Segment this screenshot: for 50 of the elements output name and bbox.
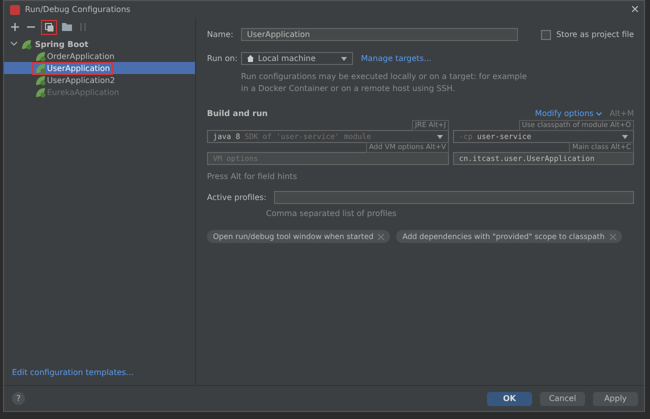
tree-item[interactable]: OrderApplication [4,50,195,62]
spring-leaf-icon [35,86,46,98]
item-label: UserApplication2 [32,74,118,86]
close-icon [378,234,384,240]
active-profiles-field[interactable] [274,191,634,204]
spring-leaf-icon [21,38,32,50]
chevron-down-icon [596,112,602,116]
window-title: Run/Debug Configurations [25,5,132,14]
toolbar-button[interactable] [61,21,73,33]
checkbox-label: Store as project file [556,30,634,39]
run-on-description: Run configurations may be executed locally or on a target: for example in a Docker Container or on a remote host using SSH. [241,71,528,95]
dialog-button[interactable]: Cancel [540,392,585,406]
manage-targets-link[interactable]: Manage targets... [361,54,432,63]
house-icon [247,55,254,62]
dropdown-arrow-icon [341,56,347,60]
spring-leaf-icon [35,62,46,74]
item-label: UserApplication [32,62,113,74]
help-button[interactable]: ? [12,392,25,405]
name-label: Name: [207,30,233,39]
dialog-button[interactable]: OK [487,392,532,406]
app-icon [10,4,20,14]
tree-group-label: Spring Boot [35,40,88,48]
spring-leaf-icon [35,50,46,62]
run-on-dropdown[interactable]: Local machine [241,52,353,65]
add-icon [11,23,19,31]
tree-item[interactable]: UserApplication [4,62,195,74]
dropdown-arrow-icon [622,134,628,138]
dialog-button[interactable]: Apply [593,392,638,406]
toolbar-button[interactable] [41,20,57,34]
minus-icon [27,26,35,28]
copy-icon [44,22,54,32]
dropdown-arrow-icon [437,134,443,138]
templates-link[interactable]: Edit configuration templates... [12,368,134,377]
item-label: OrderApplication [32,50,118,62]
close-icon [632,6,638,12]
close-icon [610,234,616,240]
caret-icon[interactable] [10,40,18,48]
tree-item[interactable]: UserApplication2 [4,74,195,86]
name-field[interactable]: UserApplication [241,28,518,41]
close-button[interactable] [632,4,638,15]
checkbox[interactable] [541,30,552,40]
modify-options-link[interactable]: Modify options [535,109,594,118]
section-title: Build and run [207,109,268,118]
folder-icon [62,23,72,31]
spring-leaf-icon [35,74,46,86]
profiles-hint: Comma separated list of profiles [266,209,398,218]
active-profiles-label: Active profiles: [207,193,266,202]
field-hint-text: Press Alt for field hints [207,172,298,181]
shortcut-text: Alt+M [610,109,634,118]
toolbar-button[interactable] [9,21,21,33]
